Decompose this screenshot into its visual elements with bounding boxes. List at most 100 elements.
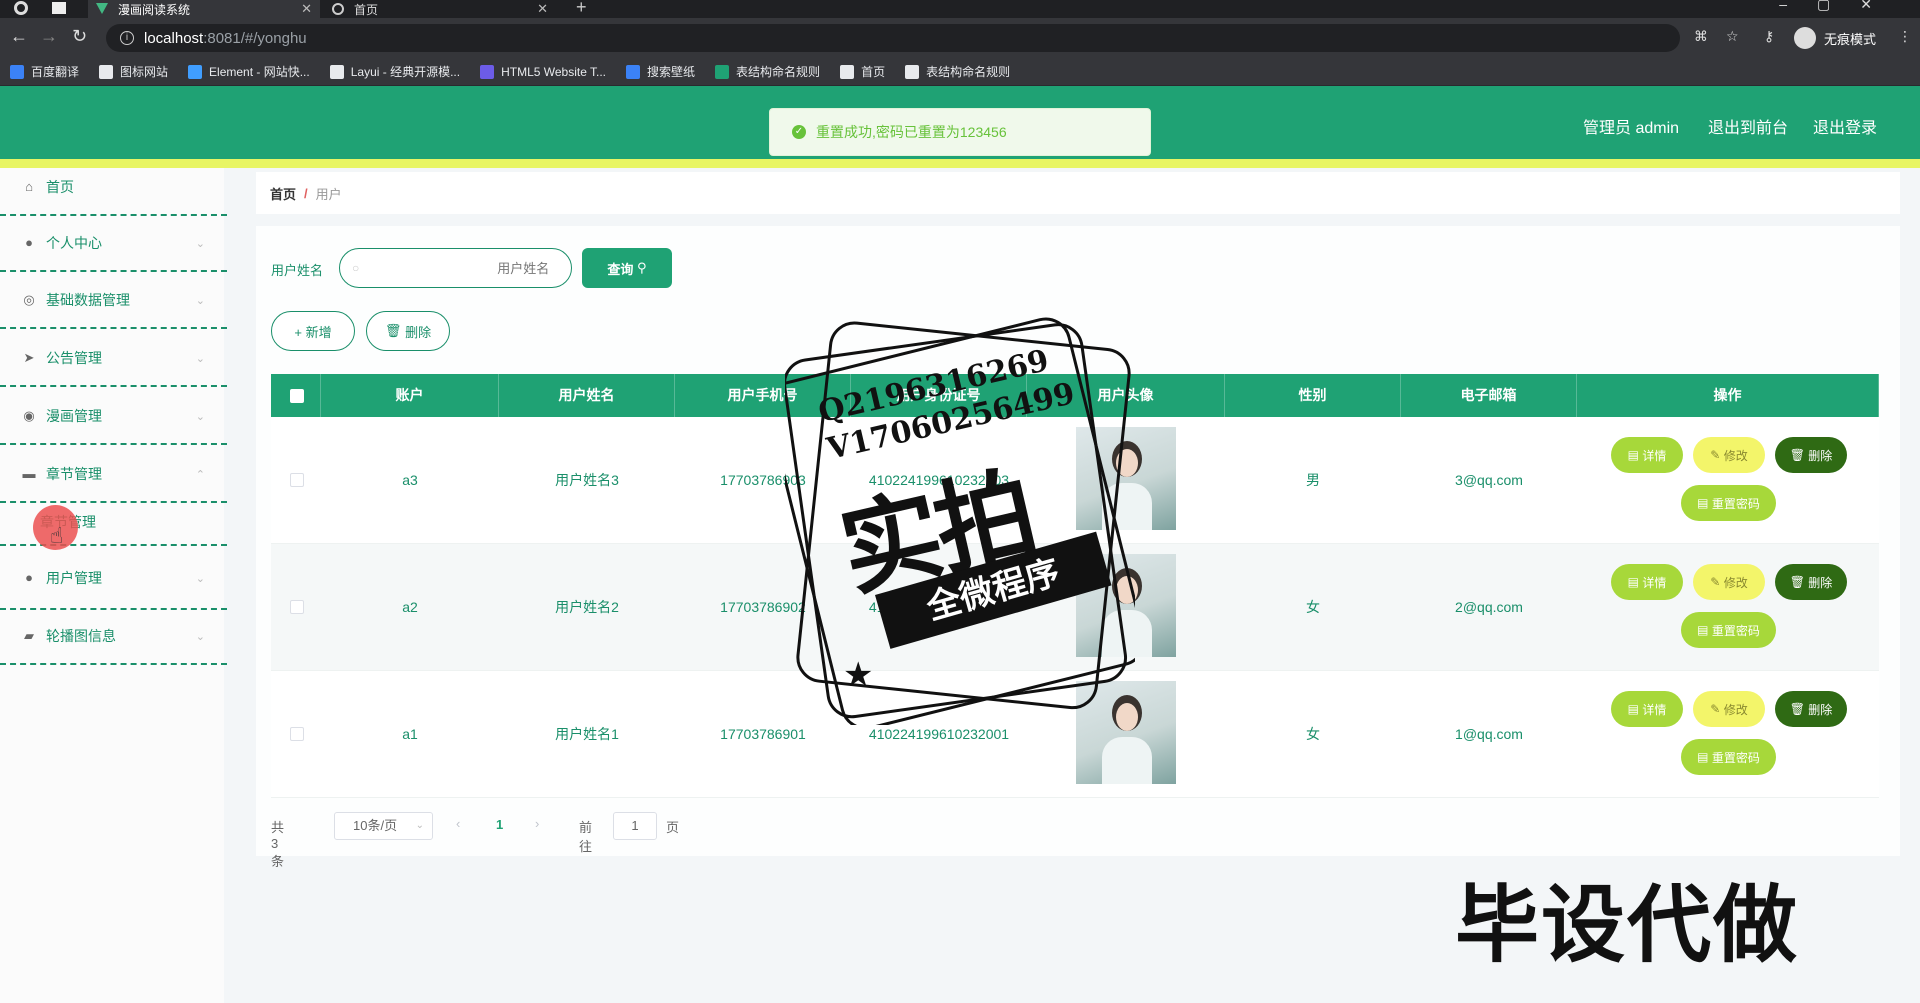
button-label: 重置密码 [1711, 623, 1760, 638]
back-to-front-link[interactable]: 退出到前台 [1708, 114, 1788, 138]
document-icon: ▤ [1627, 448, 1643, 462]
tab-active[interactable]: 漫画阅读系统 ✕ [88, 0, 320, 18]
sidebar-item-4[interactable]: ◉ 漫画管理 ⌄ [0, 389, 227, 445]
breadcrumb-current: 用户 [315, 186, 342, 202]
key-icon[interactable]: ⚷ [1764, 28, 1774, 45]
bookmark-item[interactable]: 搜索壁纸 [626, 63, 695, 80]
edit-button[interactable]: ✎ 修改 [1693, 437, 1765, 473]
edit-button[interactable]: ✎ 修改 [1693, 691, 1765, 727]
page-number-current[interactable]: 1 [496, 817, 503, 832]
bookmark-item[interactable]: 表结构命名规则 [905, 63, 1010, 80]
browser-toolbar: ← → ↻ i localhost:8081/#/yonghu ⌘ ☆ ⚷ 无痕… [0, 18, 1920, 58]
logout-link[interactable]: 退出登录 [1813, 114, 1877, 138]
row-checkbox[interactable] [290, 473, 304, 487]
compass-icon: ◉ [23, 408, 35, 423]
column-header: 操作 [1577, 374, 1879, 417]
column-header: 用户姓名 [499, 374, 675, 417]
layui-icon [329, 64, 344, 79]
chevron-down-icon: ⌄ [195, 294, 205, 307]
bookmark-label: 表结构命名规则 [926, 65, 1011, 79]
document-icon: ▤ [1697, 750, 1712, 764]
incognito-indicator[interactable]: 无痕模式 [1794, 25, 1876, 51]
search-input[interactable]: ○ [339, 248, 572, 288]
bookmark-item[interactable]: 图标网站 [99, 63, 168, 80]
reset-password-button[interactable]: ▤ 重置密码 [1681, 612, 1776, 648]
browser-profile-icon[interactable] [14, 1, 28, 15]
bookmark-item[interactable]: 表结构命名规则 [715, 63, 820, 80]
delete-button[interactable]: 🗑 删除 [1775, 691, 1847, 727]
sidebar-item-3[interactable]: ➤ 公告管理 ⌄ [0, 331, 227, 387]
bookmark-item[interactable]: 首页 [840, 63, 885, 80]
header-select-cell [271, 374, 321, 417]
new-tab-icon[interactable]: + [576, 0, 587, 18]
sidebar-item-0[interactable]: ⌂ 首页 [0, 160, 227, 216]
chevron-down-icon: ⌄ [195, 630, 205, 643]
reload-icon[interactable]: ↻ [72, 26, 87, 47]
query-button[interactable]: 查询 ⚲ [582, 248, 672, 288]
detail-button[interactable]: ▤ 详情 [1611, 564, 1683, 600]
edit-button[interactable]: ✎ 修改 [1693, 564, 1765, 600]
url-path: :8081/#/yonghu [203, 29, 307, 47]
tab-search-icon[interactable] [52, 2, 66, 14]
cell-account: a1 [402, 726, 418, 742]
bookmark-label: Layui - 经典开源模... [350, 65, 461, 79]
delete-button[interactable]: 🗑 删除 [1775, 437, 1847, 473]
delete-button[interactable]: 🗑 删除 [1775, 564, 1847, 600]
forward-arrow-icon[interactable]: → [40, 26, 58, 47]
wallpaper-icon [626, 64, 641, 79]
cell-gender: 女 [1306, 726, 1320, 742]
bookmark-star-icon[interactable]: ☆ [1726, 28, 1739, 45]
bookmark-item[interactable]: HTML5 Website T... [480, 64, 606, 79]
cell-name: 用户姓名1 [555, 726, 619, 742]
button-label: 删除 [1808, 702, 1833, 717]
sidebar-item-2[interactable]: ◎ 基础数据管理 ⌄ [0, 273, 227, 329]
detail-button[interactable]: ▤ 详情 [1611, 691, 1683, 727]
bookmark-label: 图标网站 [120, 65, 169, 79]
window-controls[interactable]: –▢✕ [1779, 0, 1902, 13]
address-bar[interactable]: i localhost:8081/#/yonghu [106, 24, 1680, 52]
row-checkbox[interactable] [290, 727, 304, 741]
detail-button[interactable]: ▤ 详情 [1611, 437, 1683, 473]
tab-close-icon[interactable]: ✕ [301, 1, 312, 17]
bookmark-item[interactable]: Layui - 经典开源模... [329, 63, 461, 80]
bookmark-item[interactable]: Element - 网站快... [188, 63, 310, 80]
bookmark-item[interactable]: 百度翻译 [10, 63, 79, 80]
admin-label: 管理员 admin [1583, 120, 1680, 137]
site-info-icon[interactable]: i [120, 31, 134, 45]
sidebar-item-7[interactable]: ▰ 轮播图信息 ⌄ [0, 609, 227, 665]
next-page-icon[interactable]: › [535, 816, 539, 831]
breadcrumb-home[interactable]: 首页 [270, 184, 296, 203]
prev-page-icon[interactable]: ‹ [456, 816, 460, 831]
search-field[interactable] [369, 260, 550, 276]
sidebar-item-label: 基础数据管理 [46, 292, 130, 308]
sidebar-item-5[interactable]: ▬ 章节管理 ⌃ [0, 447, 227, 503]
row-checkbox[interactable] [290, 600, 304, 614]
settings-icon: ◎ [23, 292, 35, 307]
sidebar-item-1[interactable]: ● 个人中心 ⌄ [0, 216, 227, 272]
add-button[interactable]: + 新增 [271, 311, 355, 351]
folder-icon: ▰ [24, 628, 34, 643]
tab-close-icon[interactable]: ✕ [537, 1, 548, 17]
back-arrow-icon[interactable]: ← [10, 26, 28, 47]
column-header: 电子邮箱 [1401, 374, 1577, 417]
cell-email: 2@qq.com [1455, 599, 1523, 615]
reset-password-button[interactable]: ▤ 重置密码 [1681, 485, 1776, 521]
sidebar-item-6[interactable]: ● 用户管理 ⌄ [0, 548, 227, 610]
send-icon: ➤ [23, 350, 35, 365]
header-underline [0, 159, 1920, 168]
translate-icon[interactable]: ⌘ [1694, 28, 1708, 45]
batch-delete-button[interactable]: 🗑 删除 [366, 311, 450, 351]
goto-page-input[interactable]: 1 [613, 812, 657, 840]
select-all-checkbox[interactable] [290, 389, 304, 403]
menu-dots-icon[interactable]: ⋮ [1898, 28, 1912, 45]
pagination-total: 共 3 条 [271, 820, 285, 869]
pencil-icon: ✎ [1710, 702, 1724, 716]
page-size-select[interactable]: 10条/页 ⌄ [334, 812, 433, 840]
breadcrumb-separator: / [304, 185, 308, 201]
tab-inactive[interactable]: 首页 ✕ [324, 0, 556, 18]
reset-password-button[interactable]: ▤ 重置密码 [1681, 739, 1776, 775]
sidebar-item-label: 用户管理 [46, 570, 102, 586]
page-size-value: 10条/页 [353, 818, 398, 833]
toast-message: 重置成功,密码已重置为123456 [816, 124, 1007, 140]
button-label: 删除 [1808, 448, 1833, 463]
